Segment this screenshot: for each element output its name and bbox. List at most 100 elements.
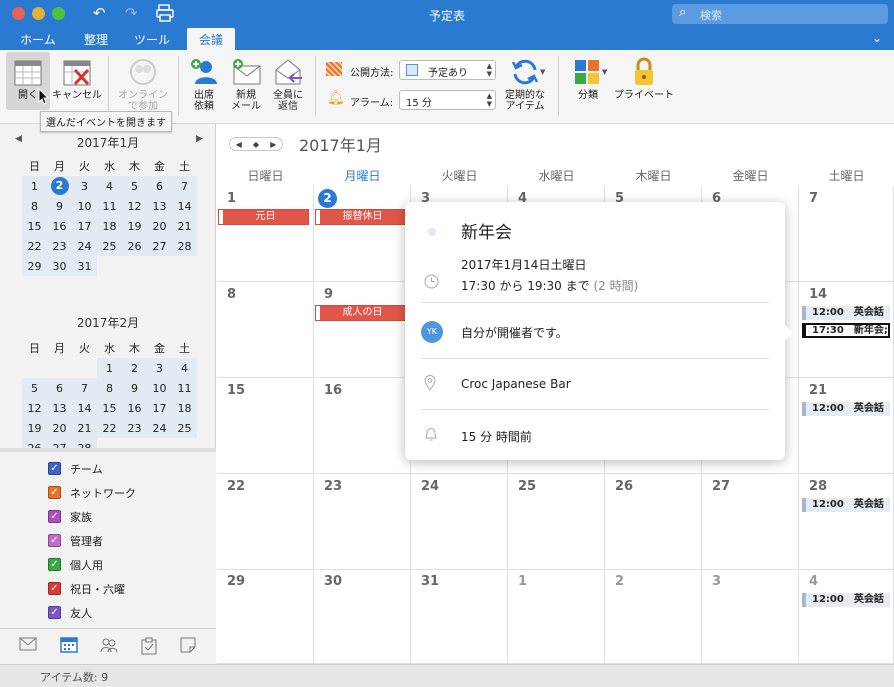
day-cell[interactable]: 16 <box>122 398 147 418</box>
calendar-event[interactable]: 12:00 英会話 <box>802 593 890 607</box>
day-cell[interactable]: 1 元日 <box>217 186 314 282</box>
tab-tools[interactable]: ツール <box>124 28 180 50</box>
day-cell[interactable]: 9 <box>47 196 72 216</box>
day-cell[interactable]: 4 <box>172 358 197 378</box>
cancel-button[interactable]: キャンセル <box>52 52 102 101</box>
day-cell[interactable]: 19 <box>122 216 147 236</box>
day-cell[interactable]: 4 <box>97 176 122 196</box>
tab-home[interactable]: ホーム <box>12 28 64 50</box>
day-cell[interactable]: 16 <box>314 378 411 474</box>
day-cell[interactable]: 25 <box>508 474 605 570</box>
day-cell[interactable]: 4 12:00 英会話 <box>799 569 894 664</box>
day-cell[interactable]: 18 <box>97 216 122 236</box>
tasks-icon[interactable] <box>138 637 160 657</box>
holiday-event[interactable]: 成人の日 <box>315 305 406 321</box>
checkbox-icon[interactable]: ✓ <box>48 558 61 571</box>
day-cell[interactable]: 20 <box>47 418 72 438</box>
day-cell[interactable]: 28 <box>172 236 197 256</box>
day-cell[interactable]: 7 <box>799 186 894 282</box>
day-cell[interactable]: 6 <box>47 378 72 398</box>
day-cell[interactable]: 13 <box>147 196 172 216</box>
notes-icon[interactable] <box>177 637 199 657</box>
day-cell[interactable]: 23 <box>122 418 147 438</box>
day-cell[interactable]: 7 <box>172 176 197 196</box>
day-cell[interactable]: 30 <box>47 256 72 276</box>
day-cell[interactable]: 14 <box>172 196 197 216</box>
day-cell[interactable]: 31 <box>72 256 97 276</box>
alarm-select[interactable]: 15 分 ▲ ▼ <box>399 90 496 110</box>
day-cell[interactable]: 11 <box>97 196 122 216</box>
day-cell[interactable]: 28 12:00 英会話 <box>799 474 894 570</box>
day-cell[interactable]: 27 <box>702 474 799 570</box>
day-cell[interactable]: 30 <box>314 569 411 664</box>
day-cell[interactable]: 29 <box>22 256 47 276</box>
day-cell[interactable]: 27 <box>147 236 172 256</box>
tab-meeting[interactable]: 会議 <box>187 28 235 51</box>
checkbox-icon[interactable]: ✓ <box>48 582 61 595</box>
day-cell[interactable]: 3 <box>147 358 172 378</box>
tab-organize[interactable]: 整理 <box>74 28 118 50</box>
next-month-icon[interactable]: ▶ <box>196 134 203 144</box>
checkbox-icon[interactable]: ✓ <box>48 462 61 475</box>
show-as-select[interactable]: 予定あり ▲ ▼ <box>399 60 496 80</box>
checkbox-icon[interactable]: ✓ <box>48 606 61 619</box>
day-cell[interactable]: 26 <box>122 236 147 256</box>
calendar-event[interactable]: 12:00 英会話 <box>802 402 890 416</box>
day-cell[interactable]: 23 <box>314 474 411 570</box>
today-icon[interactable]: ◆ <box>253 140 259 149</box>
day-cell[interactable]: 14 <box>72 398 97 418</box>
day-cell[interactable]: 6 <box>147 176 172 196</box>
day-cell[interactable]: 26 <box>605 474 702 570</box>
day-cell[interactable]: 18 <box>172 398 197 418</box>
day-cell[interactable]: 12 <box>122 196 147 216</box>
day-cell[interactable]: 9 成人の日 <box>314 282 411 378</box>
day-cell[interactable]: 1 <box>508 569 605 664</box>
day-cell[interactable]: 11 <box>172 378 197 398</box>
holiday-event[interactable]: 元日 <box>218 209 309 225</box>
holiday-event[interactable]: 振替休日 <box>315 209 406 225</box>
day-cell[interactable]: 9 <box>122 378 147 398</box>
day-cell[interactable]: 2 <box>122 358 147 378</box>
dropdown-arrow-icon[interactable]: ▼ <box>540 68 545 76</box>
calendar-event[interactable]: 12:00 英会話 <box>802 498 890 512</box>
recurring-button[interactable]: 定期的な アイテム <box>500 52 550 112</box>
day-cell[interactable]: 8 <box>217 282 314 378</box>
categorize-button[interactable]: 分類 <box>566 52 610 101</box>
day-cell[interactable]: 19 <box>22 418 47 438</box>
day-cell[interactable]: 12 <box>22 398 47 418</box>
reply-all-button[interactable]: 全員に 返信 <box>268 52 308 112</box>
checkbox-icon[interactable]: ✓ <box>48 534 61 547</box>
day-cell[interactable]: 23 <box>47 236 72 256</box>
search-input[interactable]: ⌕ 検索 <box>672 4 888 24</box>
day-cell[interactable]: 24 <box>411 474 508 570</box>
day-cell[interactable]: 2 振替休日 <box>314 186 411 282</box>
day-cell[interactable]: 1 <box>22 176 47 196</box>
next-icon[interactable]: ▶ <box>270 140 276 149</box>
day-cell[interactable]: 5 <box>22 378 47 398</box>
calendar-event[interactable]: 12:00 英会話 <box>802 306 890 320</box>
day-cell[interactable]: 17 <box>72 216 97 236</box>
day-cell[interactable]: 8 <box>97 378 122 398</box>
day-cell[interactable]: 21 <box>172 216 197 236</box>
day-cell[interactable]: 10 <box>72 196 97 216</box>
day-cell[interactable]: 22 <box>217 474 314 570</box>
day-cell[interactable]: 15 <box>97 398 122 418</box>
day-cell[interactable]: 21 <box>72 418 97 438</box>
day-cell[interactable]: 5 <box>122 176 147 196</box>
day-cell[interactable]: 2 <box>605 569 702 664</box>
dropdown-arrow-icon[interactable]: ▼ <box>602 68 607 76</box>
day-cell[interactable]: 13 <box>47 398 72 418</box>
calendar-event-selected[interactable]: 17:30 新年会; <box>802 323 890 338</box>
day-cell[interactable]: 3 <box>72 176 97 196</box>
day-cell[interactable]: 24 <box>72 236 97 256</box>
day-cell[interactable]: 25 <box>97 236 122 256</box>
invite-attendees-button[interactable]: 出席 依頼 <box>184 52 224 112</box>
day-cell[interactable]: 21 12:00 英会話 <box>799 378 894 474</box>
day-cell[interactable]: 24 <box>147 418 172 438</box>
day-cell[interactable]: 10 <box>147 378 172 398</box>
private-button[interactable]: プライベート <box>614 52 674 101</box>
day-cell[interactable]: 1 <box>97 358 122 378</box>
day-cell[interactable]: 31 <box>411 569 508 664</box>
day-cell[interactable]: 25 <box>172 418 197 438</box>
day-cell[interactable]: 20 <box>147 216 172 236</box>
